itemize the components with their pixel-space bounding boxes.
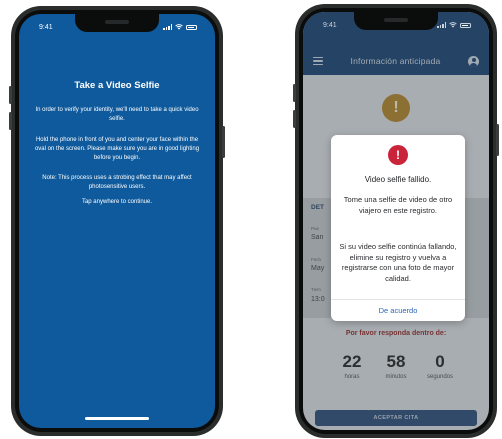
tap-to-continue-prompt[interactable]: Tap anywhere to continue. bbox=[33, 198, 201, 207]
volume-up-button bbox=[293, 84, 296, 102]
power-button bbox=[496, 124, 499, 156]
instruction-hold-phone: Hold the phone in front of you and cente… bbox=[34, 137, 200, 161]
instruction-verify-identity: In order to verify your identity, we'll … bbox=[35, 107, 199, 122]
selfie-failed-dialog: ! Video selfie fallido. Tome una selfie … bbox=[331, 135, 465, 321]
status-icons bbox=[437, 22, 471, 28]
dialog-title: Video selfie fallido. bbox=[364, 175, 432, 184]
home-indicator[interactable] bbox=[85, 417, 149, 420]
phone-left: 9:41 Take a Video Selfie In order to ver… bbox=[9, 6, 225, 436]
battery-icon bbox=[186, 24, 197, 30]
cellular-signal-icon bbox=[163, 24, 172, 30]
volume-down-button bbox=[293, 110, 296, 128]
photosensitivity-note: Note: This process uses a strobing effec… bbox=[42, 175, 192, 190]
page-title: Take a Video Selfie bbox=[74, 80, 160, 91]
phone-notch bbox=[75, 14, 159, 32]
dialog-confirm-button[interactable]: De acuerdo bbox=[331, 300, 465, 321]
phone-notch bbox=[354, 12, 438, 30]
wifi-icon bbox=[175, 24, 183, 30]
status-time: 9:41 bbox=[39, 23, 53, 31]
phone-right: 9:41 Información anticipada ! DET Pue Sa… bbox=[293, 4, 499, 438]
selfie-instructions-screen[interactable]: 9:41 Take a Video Selfie In order to ver… bbox=[19, 14, 215, 428]
volume-down-button bbox=[9, 112, 12, 130]
cellular-signal-icon bbox=[437, 22, 446, 28]
power-button bbox=[222, 126, 225, 158]
dialog-message: Tome una selfie de video de otro viajero… bbox=[343, 195, 453, 215]
battery-icon bbox=[460, 22, 471, 28]
wifi-icon bbox=[449, 22, 457, 28]
advance-information-screen: 9:41 Información anticipada ! DET Pue Sa… bbox=[303, 12, 489, 430]
exclamation-icon: ! bbox=[388, 145, 408, 165]
status-icons bbox=[163, 24, 197, 30]
status-time: 9:41 bbox=[323, 21, 337, 29]
volume-up-button bbox=[9, 86, 12, 104]
dialog-retry-message: Si su video selfie continúa fallando, el… bbox=[339, 242, 457, 283]
